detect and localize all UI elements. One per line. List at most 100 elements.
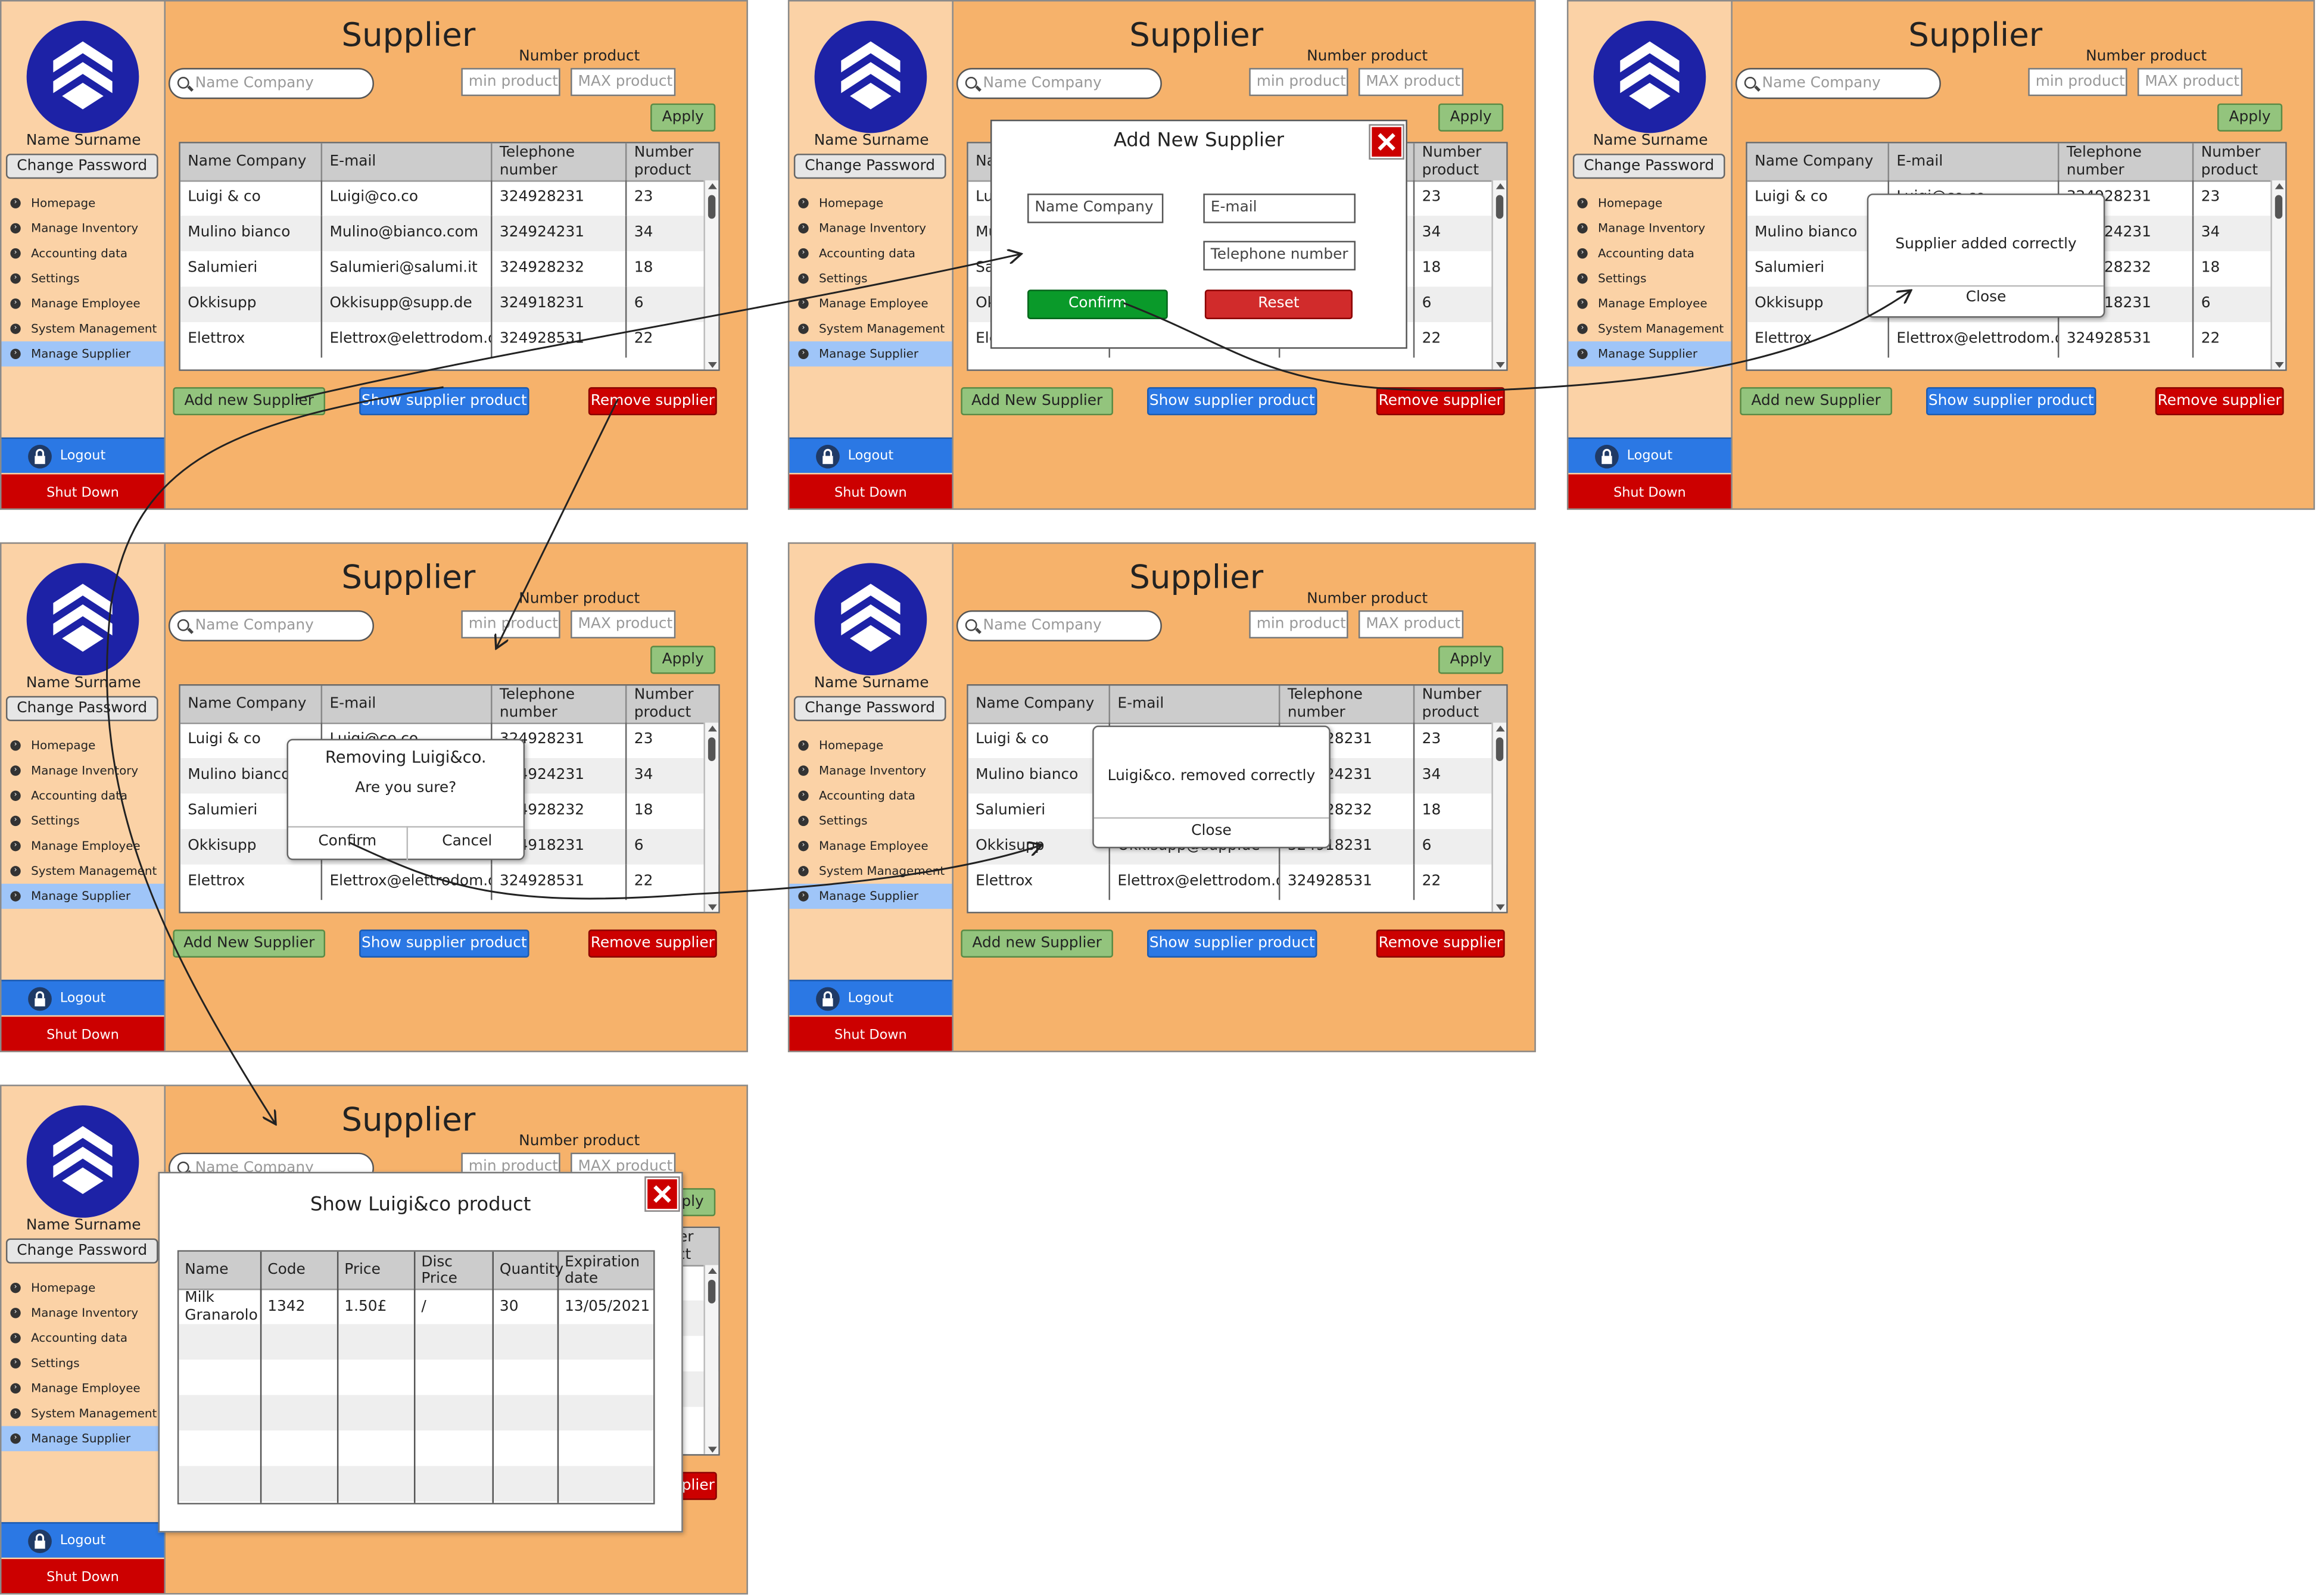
sidebar-item-system-management[interactable]: › System Management: [1568, 316, 1731, 341]
min-product-field[interactable]: min product: [2028, 68, 2127, 96]
logout-button[interactable]: Logout: [789, 980, 952, 1015]
sidebar-item-manage-employee[interactable]: › Manage Employee: [1568, 291, 1731, 316]
scroll-up-icon[interactable]: [708, 1268, 717, 1274]
sidebar-item-manage-supplier[interactable]: › Manage Supplier: [1, 341, 164, 367]
close-button[interactable]: Close: [1094, 823, 1329, 839]
sidebar-item-settings[interactable]: › Settings: [1, 266, 164, 291]
change-password-button[interactable]: Change Password: [5, 1238, 158, 1264]
table-row[interactable]: [179, 1430, 653, 1466]
table-row[interactable]: OkkisuppOkkisupp@supp.de3249182316: [180, 286, 719, 322]
sidebar-item-accounting-data[interactable]: › Accounting data: [1568, 241, 1731, 266]
sidebar-item-manage-inventory[interactable]: › Manage Inventory: [1, 1301, 164, 1326]
remove-supplier-button[interactable]: Remove supplier: [588, 929, 717, 958]
sidebar-item-settings[interactable]: › Settings: [789, 808, 952, 833]
max-product-field[interactable]: MAX product: [1358, 68, 1464, 96]
search-input[interactable]: Name Company: [1735, 68, 1941, 99]
scroll-up-icon[interactable]: [708, 725, 717, 732]
scroll-down-icon[interactable]: [708, 1447, 717, 1453]
sidebar-item-manage-employee[interactable]: › Manage Employee: [789, 834, 952, 859]
scroll-down-icon[interactable]: [708, 904, 717, 911]
cancel-button[interactable]: Cancel: [408, 834, 526, 850]
apply-button[interactable]: Apply: [1438, 646, 1504, 674]
sidebar-item-homepage[interactable]: › Homepage: [1568, 191, 1731, 216]
scroll-up-icon[interactable]: [708, 183, 717, 189]
sidebar-item-accounting-data[interactable]: › Accounting data: [789, 783, 952, 808]
show-supplier-product-button[interactable]: Show supplier product: [1147, 387, 1317, 416]
close-icon[interactable]: [1370, 125, 1403, 158]
sidebar-item-system-management[interactable]: › System Management: [1, 859, 164, 884]
apply-button[interactable]: Apply: [1438, 103, 1504, 132]
scroll-down-icon[interactable]: [2275, 361, 2284, 368]
show-supplier-product-button[interactable]: Show supplier product: [359, 929, 529, 958]
table-row[interactable]: Mulino biancoMulino@bianco.com3249242313…: [180, 216, 719, 251]
logout-button[interactable]: Logout: [789, 437, 952, 473]
sidebar-item-accounting-data[interactable]: › Accounting data: [789, 241, 952, 266]
add-supplier-button[interactable]: Add new Supplier: [1740, 387, 1892, 416]
sidebar-item-settings[interactable]: › Settings: [1568, 266, 1731, 291]
table-row[interactable]: ElettroxElettrox@elettrodom.de3249285312…: [180, 864, 718, 900]
sidebar-item-system-management[interactable]: › System Management: [1, 1401, 164, 1426]
min-product-field[interactable]: min product: [461, 68, 560, 96]
change-password-button[interactable]: Change Password: [5, 154, 158, 179]
close-icon[interactable]: [646, 1177, 679, 1211]
add-supplier-button[interactable]: Add new Supplier: [173, 387, 326, 416]
scroll-thumb[interactable]: [708, 195, 716, 219]
shutdown-button[interactable]: Shut Down: [789, 474, 952, 509]
shutdown-button[interactable]: Shut Down: [789, 1017, 952, 1051]
table-row[interactable]: [179, 1324, 654, 1360]
show-supplier-product-button[interactable]: Show supplier product: [1926, 387, 2096, 416]
scroll-down-icon[interactable]: [1496, 361, 1505, 368]
search-input[interactable]: Name Company: [168, 610, 374, 641]
sidebar-item-homepage[interactable]: › Homepage: [789, 733, 952, 758]
change-password-button[interactable]: Change Password: [1572, 154, 1725, 179]
sidebar-item-manage-employee[interactable]: › Manage Employee: [1, 834, 164, 859]
sidebar-item-homepage[interactable]: › Homepage: [789, 191, 952, 216]
scroll-up-icon[interactable]: [1496, 183, 1505, 189]
confirm-button[interactable]: Confirm: [1027, 289, 1168, 320]
sidebar-item-system-management[interactable]: › System Management: [789, 859, 952, 884]
logout-button[interactable]: Logout: [1, 1522, 164, 1558]
max-product-field[interactable]: MAX product: [571, 68, 676, 96]
show-supplier-product-button[interactable]: Show supplier product: [1147, 929, 1317, 958]
table-row[interactable]: [179, 1360, 653, 1395]
sidebar-item-accounting-data[interactable]: › Accounting data: [1, 1326, 164, 1351]
max-product-field[interactable]: MAX product: [1358, 610, 1464, 639]
reset-button[interactable]: Reset: [1204, 289, 1353, 320]
table-row[interactable]: ElettroxElettrox@elettrodom.de3249285312…: [1747, 322, 2285, 358]
sidebar-item-system-management[interactable]: › System Management: [789, 316, 952, 341]
min-product-field[interactable]: min product: [461, 610, 560, 639]
search-input[interactable]: Name Company: [168, 68, 374, 99]
change-password-button[interactable]: Change Password: [793, 696, 946, 721]
scroll-down-icon[interactable]: [1496, 904, 1505, 911]
add-supplier-button[interactable]: Add new Supplier: [961, 929, 1113, 958]
sidebar-item-manage-inventory[interactable]: › Manage Inventory: [789, 758, 952, 783]
table-scrollbar[interactable]: [1491, 180, 1507, 370]
add-supplier-button[interactable]: Add New Supplier: [961, 387, 1113, 416]
sidebar-item-settings[interactable]: › Settings: [1, 1351, 164, 1376]
sidebar-item-settings[interactable]: › Settings: [1, 808, 164, 833]
table-scrollbar[interactable]: [1491, 722, 1507, 912]
max-product-field[interactable]: MAX product: [571, 610, 676, 639]
sidebar-item-homepage[interactable]: › Homepage: [1, 1276, 164, 1301]
sidebar-item-accounting-data[interactable]: › Accounting data: [1, 783, 164, 808]
sidebar-item-manage-inventory[interactable]: › Manage Inventory: [1, 216, 164, 241]
max-product-field[interactable]: MAX product: [2137, 68, 2243, 96]
email-field[interactable]: E-mail: [1203, 194, 1356, 223]
sidebar-item-manage-inventory[interactable]: › Manage Inventory: [789, 216, 952, 241]
name-company-field[interactable]: Name Company: [1027, 194, 1164, 223]
sidebar-item-manage-supplier[interactable]: › Manage Supplier: [789, 341, 952, 367]
table-row[interactable]: ElettroxElettrox@elettrodom.de3249285312…: [968, 864, 1506, 900]
scroll-up-icon[interactable]: [2275, 183, 2284, 189]
sidebar-item-system-management[interactable]: › System Management: [1, 316, 164, 341]
remove-supplier-button[interactable]: Remove supplier: [1376, 929, 1505, 958]
remove-supplier-button[interactable]: Remove supplier: [588, 387, 717, 416]
table-scrollbar[interactable]: [703, 722, 719, 912]
apply-button[interactable]: Apply: [650, 103, 716, 132]
scroll-thumb[interactable]: [708, 737, 716, 761]
sidebar-item-manage-employee[interactable]: › Manage Employee: [789, 291, 952, 316]
scroll-up-icon[interactable]: [1496, 725, 1505, 732]
sidebar-item-homepage[interactable]: › Homepage: [1, 191, 164, 216]
logout-button[interactable]: Logout: [1, 980, 164, 1015]
sidebar-item-manage-supplier[interactable]: › Manage Supplier: [789, 883, 952, 909]
sidebar-item-manage-inventory[interactable]: › Manage Inventory: [1568, 216, 1731, 241]
